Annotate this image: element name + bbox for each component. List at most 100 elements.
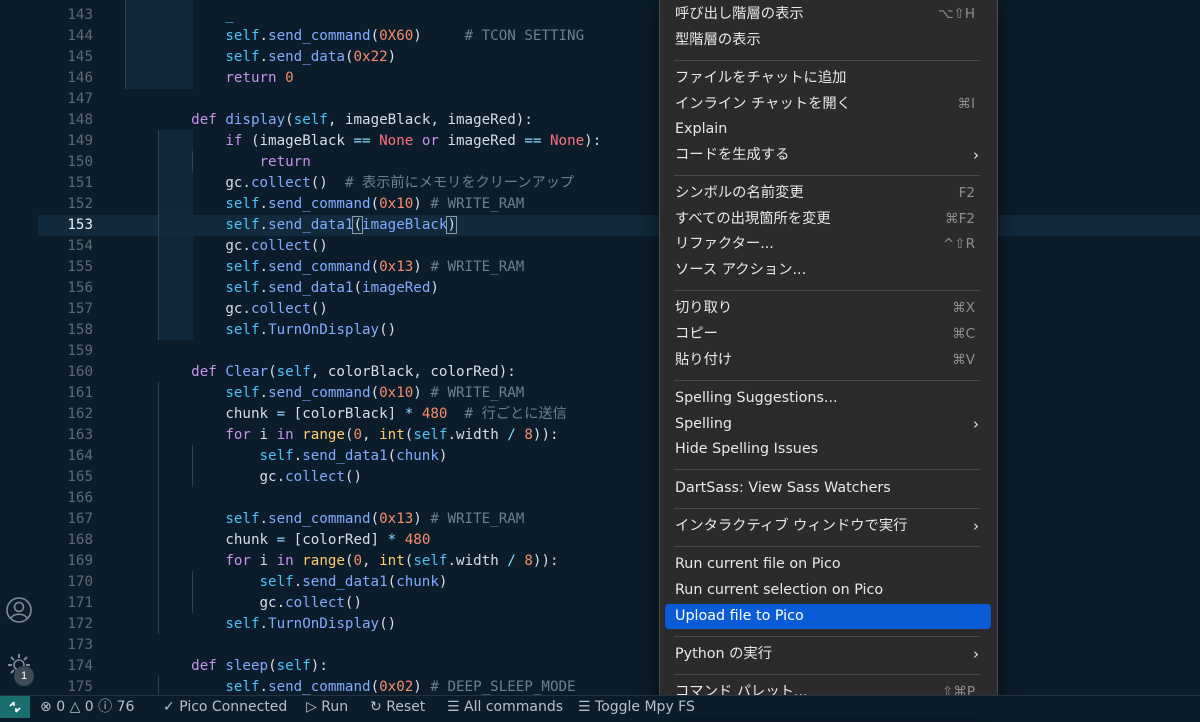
- code-line[interactable]: 157 gc.collect(): [38, 299, 1200, 320]
- code-line[interactable]: 164 self.send_data1(chunk): [38, 446, 1200, 467]
- menu-item[interactable]: Run current selection on Pico: [665, 578, 991, 603]
- code-line[interactable]: 154 gc.collect(): [38, 236, 1200, 257]
- code-line[interactable]: 165 gc.collect(): [38, 467, 1200, 488]
- code-text: gc.collect(): [157, 301, 328, 317]
- menu-separator: [674, 674, 980, 675]
- code-line[interactable]: 143 _: [38, 5, 1200, 26]
- menu-item[interactable]: すべての出現箇所を変更 ⌘F2: [665, 207, 991, 232]
- menu-separator: [674, 379, 980, 381]
- menu-item[interactable]: Spelling ›: [665, 412, 991, 437]
- menu-item[interactable]: 貼り付け ⌘V: [665, 348, 991, 373]
- context-menu: 呼び出し階層の表示 ⌥⇧H 型階層の表示ファイルをチャットに追加 インライン チャット…: [659, 0, 998, 700]
- menu-item-label: インタラクティブ ウィンドウで実行: [675, 518, 908, 534]
- run-button[interactable]: ▷ Run: [306, 696, 348, 718]
- menu-item-label: シンボルの名前変更: [675, 185, 804, 202]
- menu-item[interactable]: 呼び出し階層の表示 ⌥⇧H: [665, 2, 991, 27]
- code-line[interactable]: 168 chunk = [colorRed] * 480: [38, 530, 1200, 551]
- reset-button[interactable]: ↻ Reset: [370, 696, 425, 718]
- code-line[interactable]: 160 def Clear(self, colorBlack, colorRed…: [38, 362, 1200, 383]
- code-line[interactable]: 150 return: [38, 152, 1200, 173]
- menu-item-label: Spelling Suggestions...: [675, 390, 838, 406]
- code-text: def display(self, imageBlack, imageRed):: [191, 112, 533, 128]
- code-line[interactable]: 161 self.send_command(0x10) # WRITE_RAM: [38, 383, 1200, 404]
- all-commands-label: All commands: [464, 699, 563, 715]
- menu-item[interactable]: DartSass: View Sass Watchers: [665, 476, 991, 501]
- code-text: self.send_command(0x13) # WRITE_RAM: [225, 511, 525, 527]
- code-line[interactable]: 147: [38, 89, 1200, 110]
- code-line[interactable]: 159: [38, 341, 1200, 362]
- warning-count: 0: [84, 699, 94, 715]
- pico-connected-item[interactable]: ✓ Pico Connected: [163, 696, 287, 718]
- code-line[interactable]: 145 self.send_data(0x22): [38, 47, 1200, 68]
- menu-item[interactable]: 型階層の表示: [665, 28, 991, 53]
- code-line[interactable]: 152 self.send_command(0x10) # WRITE_RAM: [38, 194, 1200, 215]
- code-line[interactable]: 172 self.TurnOnDisplay(): [38, 614, 1200, 635]
- code-text: self.send_command(0x10) # WRITE_RAM: [225, 385, 525, 401]
- line-number: 159: [67, 343, 93, 359]
- menu-item[interactable]: リファクター... ^⇧R: [665, 232, 991, 257]
- menu-item[interactable]: シンボルの名前変更 F2: [665, 181, 991, 206]
- code-line[interactable]: 153 self.send_data1(imageBlack): [38, 215, 1200, 236]
- line-number: 148: [67, 112, 93, 128]
- code-text: self.send_data(0x22): [225, 49, 397, 65]
- problems-indicator[interactable]: ⊗ 0 △ 0 ⓘ 76: [40, 696, 134, 718]
- line-number: 153: [67, 217, 93, 233]
- menu-item[interactable]: コピー ⌘C: [665, 322, 991, 347]
- chevron-right-icon: ›: [973, 414, 979, 433]
- all-commands-button[interactable]: ☰ All commands: [447, 696, 563, 718]
- menu-item[interactable]: Explain: [665, 117, 991, 142]
- code-line[interactable]: 155 self.send_command(0x13) # WRITE_RAM: [38, 257, 1200, 278]
- code-line[interactable]: 149 if (imageBlack == None or imageRed =…: [38, 131, 1200, 152]
- play-icon: ▷: [306, 699, 317, 715]
- menu-separator: [674, 59, 980, 61]
- remote-icon[interactable]: [0, 696, 30, 718]
- code-line[interactable]: 167 self.send_command(0x13) # WRITE_RAM: [38, 509, 1200, 530]
- code-text: chunk = [colorRed] * 480: [157, 532, 431, 548]
- code-line[interactable]: 146 return 0: [38, 68, 1200, 89]
- code-line[interactable]: 171 gc.collect(): [38, 593, 1200, 614]
- code-line[interactable]: 163 for i in range(0, int(self.width / 8…: [38, 425, 1200, 446]
- menu-item[interactable]: インタラクティブ ウィンドウで実行 ›: [665, 514, 991, 539]
- menu-item[interactable]: コードを生成する ›: [665, 143, 991, 168]
- line-number: 144: [67, 28, 93, 44]
- code-editor[interactable]: 143 _ 144 self.send_command(0X60) # TCON …: [38, 0, 1200, 695]
- menu-item-label: 型階層の表示: [675, 31, 761, 48]
- menu-item[interactable]: Run current file on Pico: [665, 552, 991, 577]
- menu-item-shortcut: F2: [958, 185, 975, 202]
- account-icon[interactable]: [4, 595, 34, 625]
- code-line[interactable]: 151 gc.collect() # 表示前にメモリをクリーンアップ: [38, 173, 1200, 194]
- code-line[interactable]: 170 self.send_data1(chunk): [38, 572, 1200, 593]
- code-text: return: [259, 154, 311, 170]
- code-line[interactable]: 162 chunk = [colorBlack] * 480 # 行ごとに送信: [38, 404, 1200, 425]
- line-number: 152: [67, 196, 93, 212]
- toggle-fs-button[interactable]: ☰ Toggle Mpy FS: [578, 696, 695, 718]
- code-line[interactable]: 148 def display(self, imageBlack, imageR…: [38, 110, 1200, 131]
- menu-item[interactable]: Upload file to Pico: [665, 603, 991, 629]
- menu-item-label: すべての出現箇所を変更: [675, 210, 831, 227]
- menu-item[interactable]: ファイルをチャットに追加: [665, 66, 991, 91]
- code-line[interactable]: 158 self.TurnOnDisplay(): [38, 320, 1200, 341]
- menu-item-label: コードを生成する: [675, 146, 790, 163]
- run-label: Run: [321, 699, 349, 715]
- menu-item[interactable]: インライン チャットを開く ⌘I: [665, 92, 991, 117]
- menu-item-label: Upload file to Pico: [675, 607, 804, 624]
- menu-item[interactable]: Python の実行 ›: [665, 642, 991, 667]
- code-line[interactable]: 144 self.send_command(0X60) # TCON SETTI…: [38, 26, 1200, 47]
- code-line[interactable]: 173: [38, 635, 1200, 656]
- code-text: chunk = [colorBlack] * 480 # 行ごとに送信: [157, 406, 567, 422]
- line-number: 171: [67, 595, 93, 611]
- line-number: 157: [67, 301, 93, 317]
- menu-item-label: コピー: [675, 326, 718, 342]
- menu-item[interactable]: 切り取り ⌘X: [665, 296, 991, 321]
- code-line[interactable]: 169 for i in range(0, int(self.width / 8…: [38, 551, 1200, 572]
- code-text: self.send_data1(imageBlack): [225, 216, 457, 234]
- menu-item[interactable]: ソース アクション...: [665, 258, 991, 283]
- indent-guide: [158, 130, 159, 340]
- code-line[interactable]: 174 def sleep(self):: [38, 656, 1200, 677]
- code-line[interactable]: 175 self.send_command(0x02) # DEEP_SLEEP…: [38, 677, 1200, 695]
- code-line[interactable]: 166: [38, 488, 1200, 509]
- check-icon: ✓: [163, 699, 175, 715]
- menu-item[interactable]: Hide Spelling Issues: [665, 437, 991, 462]
- menu-item[interactable]: Spelling Suggestions...: [665, 386, 991, 411]
- code-line[interactable]: 156 self.send_data1(imageRed): [38, 278, 1200, 299]
